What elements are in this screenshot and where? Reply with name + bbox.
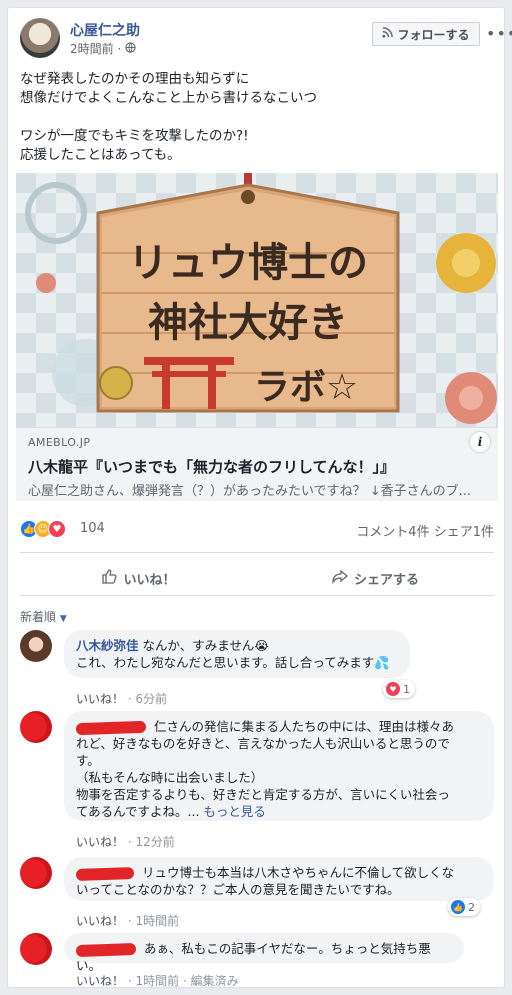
comment-meta: いいね！ · 1時間前 xyxy=(76,914,180,928)
reaction-icons[interactable]: 👍 ☺ ♥ xyxy=(20,520,66,538)
comment-reaction-badge[interactable]: ♥ 1 xyxy=(383,680,415,698)
thumbs-up-icon xyxy=(101,568,118,588)
post-card: 心屋仁之助 2時間前 · フォローする ••• なぜ発表したのかその理由も知らず… xyxy=(7,7,512,988)
commenter-avatar[interactable] xyxy=(20,630,52,662)
redacted-name xyxy=(75,942,137,957)
comment-count[interactable]: コメント4件 xyxy=(356,525,429,540)
comment-like-link[interactable]: いいね！ xyxy=(76,914,124,928)
divider xyxy=(20,552,494,553)
like-label: いいね！ xyxy=(123,572,176,588)
image-title-line-2: 神社大好き xyxy=(148,300,348,346)
see-more-link[interactable]: もっと見る xyxy=(203,804,266,819)
post-header: 心屋仁之助 2時間前 · フォローする ••• xyxy=(20,18,512,62)
comment: 八木紗弥佳 なんか、すみません😭 これ、わたし宛なんだと思います。話し合ってみま… xyxy=(20,630,494,706)
post-meta: 2時間前 · xyxy=(70,40,136,57)
like-reaction-icon: 👍 xyxy=(451,900,465,914)
more-options-icon[interactable]: ••• xyxy=(486,24,512,43)
comment-text: いってことなのかな？？ご本人の意見を聞きたいですね。 xyxy=(76,882,400,897)
link-title[interactable]: 八木龍平『いつまでも「無力な者のフリしてんな！」』 xyxy=(28,456,395,477)
comment-text: てあるんですよね。... xyxy=(76,804,200,819)
post-line: なぜ発表したのかその理由も知らずに xyxy=(20,71,250,87)
commenter-avatar-redacted[interactable] xyxy=(20,711,52,743)
post-line: 応援したことはあっても。 xyxy=(20,147,181,163)
author-avatar[interactable] xyxy=(20,18,60,58)
comment-reaction-count: 2 xyxy=(468,900,475,914)
reaction-bar: 👍 ☺ ♥ 104 コメント4件 シェア1件 xyxy=(20,519,494,540)
share-label: シェアする xyxy=(353,572,419,588)
comment-time[interactable]: 6分前 xyxy=(135,692,167,706)
post-line: 想像だけでよくこんなこと上から書けるなこいつ xyxy=(20,90,317,106)
comment: あぁ、私もこの記事イヤだなー。ちょっと気持ち悪い。 いいね！ · 1時間前 · … xyxy=(20,933,494,988)
comment-like-link[interactable]: いいね！ xyxy=(76,692,124,706)
comment-text: す。 xyxy=(76,753,100,768)
share-button[interactable]: シェアする xyxy=(257,561,494,595)
comment-meta: いいね！ · 6分前 xyxy=(76,692,168,706)
globe-icon xyxy=(125,42,136,56)
comment-time[interactable]: 1時間前 xyxy=(135,974,179,988)
comment-bubble: 仁さんの発信に集まる人たちの中には、理由は様々あ れど、好きなものを好きと、言え… xyxy=(64,711,494,821)
comment-reaction-count: 1 xyxy=(403,682,410,696)
commenter-name[interactable]: 八木紗弥佳 xyxy=(76,638,139,653)
comment: リュウ博士も本当は八木さやちゃんに不倫して欲しくな いってことなのかな？？ご本人… xyxy=(20,857,494,928)
image-title-line-1: リュウ博士の xyxy=(128,240,368,286)
comment-like-link[interactable]: いいね！ xyxy=(76,974,124,988)
link-domain: AMEBLO.JP xyxy=(28,436,91,449)
comment-time[interactable]: 1時間前 xyxy=(135,914,179,928)
comment-bubble: あぁ、私もこの記事イヤだなー。ちょっと気持ち悪い。 xyxy=(64,933,464,973)
redacted-name xyxy=(75,866,135,881)
comment-text: れど、好きなものを好きと、言えなかった人も沢山いると思うので xyxy=(76,736,450,751)
love-reaction-icon: ♥ xyxy=(386,682,400,696)
like-button[interactable]: いいね！ xyxy=(20,561,257,595)
comment-text: リュウ博士も本当は八木さやちゃんに不倫して欲しくな xyxy=(141,865,455,880)
link-preview-image[interactable]: リュウ博士の 神社大好き ラボ☆ xyxy=(16,173,498,427)
comment-sort-dropdown[interactable]: 新着順 ▼ xyxy=(20,608,67,625)
comment-text: 物事を否定するよりも、好きだと肯定する方が、言いにくい社会っ xyxy=(76,787,450,802)
post-text: なぜ発表したのかその理由も知らずに 想像だけでよくこんなこと上から書けるなこいつ… xyxy=(20,70,490,165)
comment-reaction-badge[interactable]: 👍 2 xyxy=(448,898,480,916)
share-count[interactable]: シェア1件 xyxy=(434,525,494,540)
comment-text: これ、わたし宛なんだと思います。話し合ってみます💦 xyxy=(76,655,390,670)
engagement-counts: コメント4件 シェア1件 xyxy=(356,521,494,540)
redacted-name xyxy=(75,720,147,735)
follow-button[interactable]: フォローする xyxy=(372,22,480,46)
link-preview-info[interactable]: AMEBLO.JP 八木龍平『いつまでも「無力な者のフリしてんな！」』 心屋仁之… xyxy=(16,427,498,501)
reaction-count[interactable]: 104 xyxy=(80,521,105,536)
info-icon[interactable]: i xyxy=(470,432,490,452)
divider xyxy=(20,595,494,596)
follow-label: フォローする xyxy=(397,27,470,42)
sort-label: 新着順 xyxy=(20,610,57,624)
comment-bubble: 八木紗弥佳 なんか、すみません😭 これ、わたし宛なんだと思います。話し合ってみま… xyxy=(64,630,410,678)
commenter-avatar-redacted[interactable] xyxy=(20,857,52,889)
comment-text: 仁さんの発信に集まる人たちの中には、理由は様々あ xyxy=(153,719,454,734)
comment: 仁さんの発信に集まる人たちの中には、理由は様々あ れど、好きなものを好きと、言え… xyxy=(20,711,494,849)
comment-meta: いいね！ · 1時間前 · 編集済み xyxy=(76,974,239,988)
post-line-blank xyxy=(20,108,490,127)
rss-icon xyxy=(382,27,394,41)
comment-meta: いいね！ · 12分前 xyxy=(76,835,175,849)
comment-text: （私もそんな時に出会いました） xyxy=(76,770,264,785)
comment-bubble: リュウ博士も本当は八木さやちゃんに不倫して欲しくな いってことなのかな？？ご本人… xyxy=(64,857,494,901)
action-bar: いいね！ シェアする xyxy=(20,561,494,595)
edited-label[interactable]: 編集済み xyxy=(191,974,239,988)
image-title-line-3: ラボ☆ xyxy=(254,367,358,408)
author-name[interactable]: 心屋仁之助 xyxy=(70,20,140,40)
share-arrow-icon xyxy=(332,568,348,588)
comment-like-link[interactable]: いいね！ xyxy=(76,835,124,849)
love-reaction-icon: ♥ xyxy=(48,520,66,538)
link-description: 心屋仁之助さん、爆弾発言（？）があったみたいですね？ ↓香子さんのブ... xyxy=(28,484,472,499)
commenter-avatar-redacted[interactable] xyxy=(20,933,52,965)
comment-text: なんか、すみません😭 xyxy=(142,638,269,653)
chevron-down-icon: ▼ xyxy=(59,614,67,624)
comment-time[interactable]: 12分前 xyxy=(135,835,174,849)
post-line: ワシが一度でもキミを攻撃したのか?! xyxy=(20,128,249,144)
post-time[interactable]: 2時間前 xyxy=(70,42,114,56)
